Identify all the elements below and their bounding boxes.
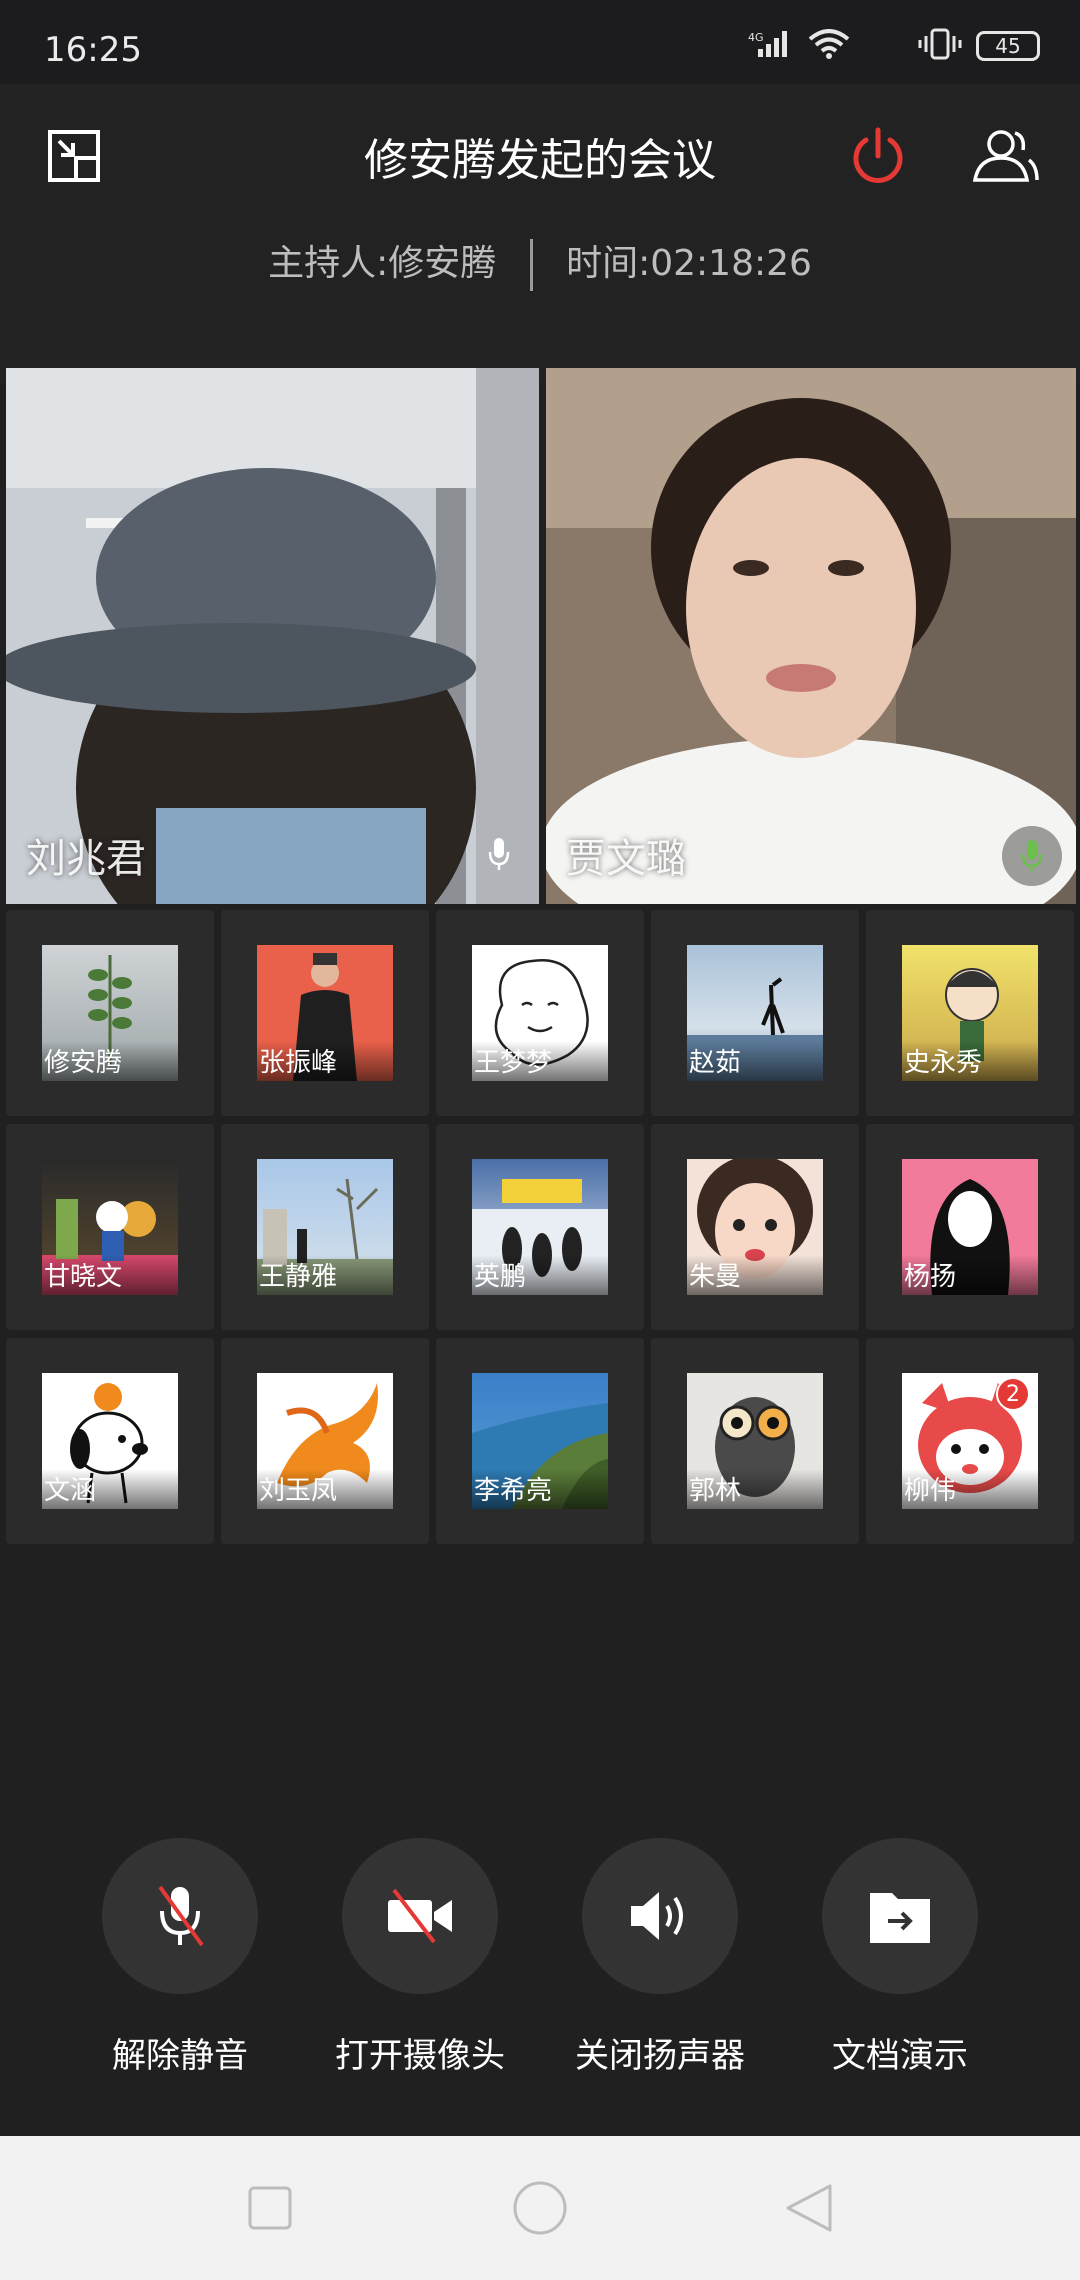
avatar: 郭林 xyxy=(687,1373,823,1509)
home-icon[interactable] xyxy=(512,2180,568,2240)
folder-share-icon xyxy=(870,1893,930,1943)
participant-name: 李希亮 xyxy=(472,1469,608,1509)
status-bar: 16:25 4G 45 xyxy=(0,0,1080,84)
participant-name: 杨扬 xyxy=(902,1255,1038,1295)
host-time-line: 主持人:修安腾 时间:02:18:26 xyxy=(0,234,1080,291)
participant-name: 郭林 xyxy=(687,1469,823,1509)
meeting-title: 修安腾发起的会议 xyxy=(364,135,716,186)
unread-badge: 2 xyxy=(996,1377,1030,1411)
mic-muted-icon xyxy=(158,1885,204,1947)
participant-tile[interactable]: 刘玉凤 xyxy=(221,1338,429,1544)
battery-indicator: 45 xyxy=(976,31,1040,61)
participant-name: 张振峰 xyxy=(257,1041,393,1081)
avatar: 英鹏 xyxy=(472,1159,608,1295)
unmute-label: 解除静音 xyxy=(112,2036,248,2076)
participant-tile[interactable]: 王梦梦 xyxy=(436,910,644,1116)
camera-button[interactable] xyxy=(342,1838,498,1994)
participant-name: 文涵 xyxy=(42,1469,178,1509)
participant-name: 赵茹 xyxy=(687,1041,823,1081)
participant-tile[interactable]: 史永秀 xyxy=(866,910,1074,1116)
video-name-2: 贾文璐 xyxy=(566,836,686,882)
wifi-icon xyxy=(808,29,850,63)
time-label: 时间:02:18:26 xyxy=(566,243,812,284)
avatar: 赵茹 xyxy=(687,945,823,1081)
participant-name: 王静雅 xyxy=(257,1255,393,1295)
participant-tile[interactable]: 王静雅 xyxy=(221,1124,429,1330)
mic-icon xyxy=(487,836,511,876)
avatar: 王静雅 xyxy=(257,1159,393,1295)
vibrate-icon xyxy=(918,28,962,64)
network-type: 4G xyxy=(748,31,764,44)
power-icon[interactable] xyxy=(846,124,910,188)
video-tile-1[interactable]: 刘兆君 xyxy=(6,368,539,904)
avatar: 甘晓文 xyxy=(42,1159,178,1295)
system-nav-bar xyxy=(0,2136,1080,2280)
participant-tile[interactable]: 赵茹 xyxy=(651,910,859,1116)
participant-tile[interactable]: 2 柳伟 xyxy=(866,1338,1074,1544)
avatar: 2 柳伟 xyxy=(902,1373,1038,1509)
participant-name: 甘晓文 xyxy=(42,1255,178,1295)
participant-tile[interactable]: 文涵 xyxy=(6,1338,214,1544)
participant-name: 王梦梦 xyxy=(472,1041,608,1081)
doc-present-control[interactable]: 文档演示 xyxy=(800,1838,1000,2077)
participant-grid: 修安腾 张振峰 王梦梦 赵茹 史永秀 甘晓文 王静雅 英鹏 朱曼 杨扬 文涵 刘… xyxy=(6,910,1074,1544)
participant-name: 修安腾 xyxy=(42,1041,178,1081)
speaker-icon xyxy=(631,1892,683,1940)
participant-tile[interactable]: 修安腾 xyxy=(6,910,214,1116)
meeting-controls: 解除静音 打开摄像头 关闭扬声器 文档演示 xyxy=(0,1838,1080,2098)
participant-tile[interactable]: 郭林 xyxy=(651,1338,859,1544)
camera-label: 打开摄像头 xyxy=(335,2036,505,2076)
video-tile-2[interactable]: 贾文璐 xyxy=(546,368,1076,904)
participant-tile[interactable]: 英鹏 xyxy=(436,1124,644,1330)
avatar: 杨扬 xyxy=(902,1159,1038,1295)
recent-apps-icon[interactable] xyxy=(248,2186,292,2234)
separator xyxy=(529,239,533,291)
avatar: 刘玉凤 xyxy=(257,1373,393,1509)
participant-name: 刘玉凤 xyxy=(257,1469,393,1509)
unmute-control[interactable]: 解除静音 xyxy=(80,1838,280,2077)
participant-tile[interactable]: 杨扬 xyxy=(866,1124,1074,1330)
avatar: 史永秀 xyxy=(902,945,1038,1081)
camera-control[interactable]: 打开摄像头 xyxy=(320,1838,520,2077)
mic-speaking-icon xyxy=(1002,826,1062,886)
speaker-button[interactable] xyxy=(582,1838,738,1994)
participant-name: 柳伟 xyxy=(902,1469,1038,1509)
speaker-control[interactable]: 关闭扬声器 xyxy=(560,1838,760,2077)
participant-name: 史永秀 xyxy=(902,1041,1038,1081)
avatar: 朱曼 xyxy=(687,1159,823,1295)
avatar: 张振峰 xyxy=(257,945,393,1081)
video-name-1: 刘兆君 xyxy=(26,836,146,882)
participant-name: 朱曼 xyxy=(687,1255,823,1295)
camera-off-icon xyxy=(388,1888,452,1944)
participant-tile[interactable]: 朱曼 xyxy=(651,1124,859,1330)
doc-present-label: 文档演示 xyxy=(832,2036,968,2076)
participants-icon[interactable] xyxy=(970,124,1042,188)
back-icon[interactable] xyxy=(784,2182,834,2238)
avatar: 修安腾 xyxy=(42,945,178,1081)
participant-tile[interactable]: 张振峰 xyxy=(221,910,429,1116)
unmute-button[interactable] xyxy=(102,1838,258,1994)
video-feed-2 xyxy=(546,368,1076,904)
host-label: 主持人:修安腾 xyxy=(268,243,497,284)
avatar: 文涵 xyxy=(42,1373,178,1509)
video-feed-1 xyxy=(6,368,539,904)
participant-tile[interactable]: 李希亮 xyxy=(436,1338,644,1544)
status-time: 16:25 xyxy=(44,30,142,70)
participant-tile[interactable]: 甘晓文 xyxy=(6,1124,214,1330)
doc-present-button[interactable] xyxy=(822,1838,978,1994)
avatar: 王梦梦 xyxy=(472,945,608,1081)
signal-icon: 4G xyxy=(748,29,794,63)
participant-name: 英鹏 xyxy=(472,1255,608,1295)
meeting-header: 修安腾发起的会议 主持人:修安腾 时间:02:18:26 xyxy=(0,84,1080,384)
speaker-label: 关闭扬声器 xyxy=(575,2036,745,2076)
status-icons: 4G 45 xyxy=(748,28,1040,64)
avatar: 李希亮 xyxy=(472,1373,608,1509)
